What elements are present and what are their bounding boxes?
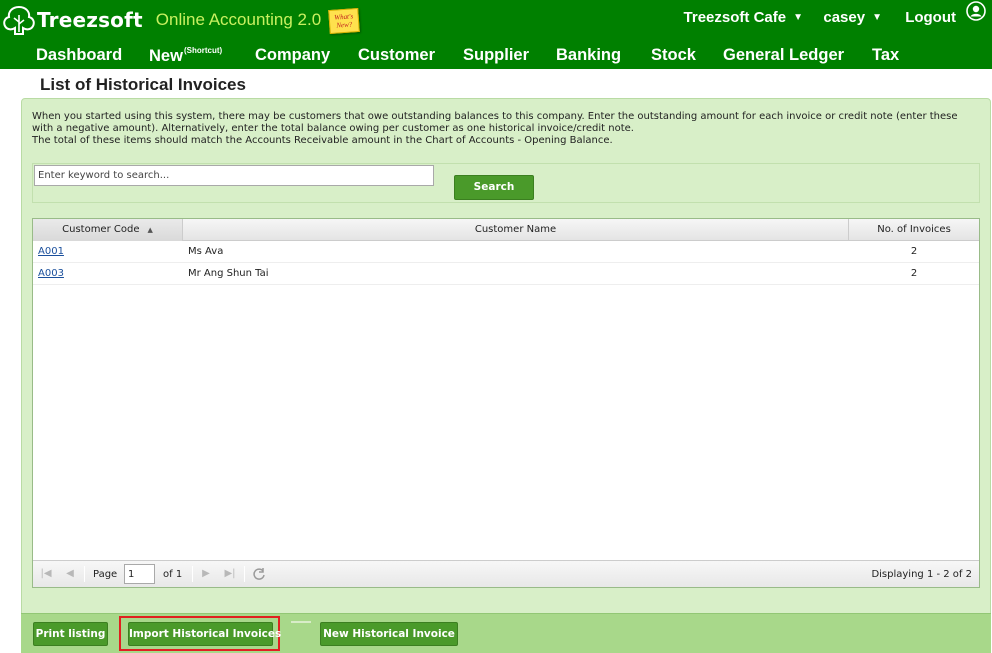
caret-down-icon: ▼ <box>872 12 882 23</box>
footer-separator <box>291 621 311 623</box>
nav-stock[interactable]: Stock <box>651 46 696 65</box>
intro-line: When you started using this system, ther… <box>32 111 958 134</box>
search-panel: Search <box>32 163 980 203</box>
customer-code-link[interactable]: A003 <box>38 268 64 279</box>
nav-company[interactable]: Company <box>255 46 330 65</box>
caret-down-icon: ▼ <box>793 12 803 23</box>
customer-code-link[interactable]: A001 <box>38 246 64 257</box>
intro-line: The total of these items should match th… <box>32 135 613 146</box>
nav-new-sup: (Shortcut) <box>183 46 223 55</box>
page-title: List of Historical Invoices <box>40 75 246 94</box>
search-button[interactable]: Search <box>454 175 534 200</box>
grid-header: Customer Code ▲ Customer Name No. of Invo… <box>33 219 979 241</box>
nav-tax[interactable]: Tax <box>872 46 899 65</box>
pager-toolbar: |◀ ◀ Page of 1 ▶ ▶| Displaying 1 - 2 of … <box>33 560 979 587</box>
nav-dashboard[interactable]: Dashboard <box>36 46 122 65</box>
nav-supplier[interactable]: Supplier <box>463 46 529 65</box>
print-listing-button[interactable]: Print listing <box>33 622 108 646</box>
column-header-customer-code[interactable]: Customer Code ▲ <box>33 219 183 241</box>
table-row[interactable]: A003 Mr Ang Shun Tai 2 <box>33 263 979 285</box>
next-page-icon[interactable]: ▶ <box>199 567 213 581</box>
footer-toolbar: Print listing Import Historical Invoices… <box>21 613 991 653</box>
nav-new-label: New <box>149 47 183 65</box>
customer-code-cell: A001 <box>38 241 64 263</box>
import-historical-invoices-button[interactable]: Import Historical Invoices <box>128 622 281 646</box>
pager-separator <box>192 566 193 582</box>
column-header-invoice-count[interactable]: No. of Invoices <box>849 219 979 241</box>
table-row[interactable]: A001 Ms Ava 2 <box>33 241 979 263</box>
import-highlight: Import Historical Invoices <box>119 616 281 651</box>
company-menu[interactable]: Treezsoft Cafe ▼ <box>684 9 803 26</box>
prev-page-icon[interactable]: ◀ <box>63 567 77 581</box>
top-header: Treezsoft Online Accounting 2.0 What's N… <box>0 0 992 69</box>
displaying-count: Displaying 1 - 2 of 2 <box>871 569 972 580</box>
column-header-customer-name[interactable]: Customer Name <box>183 219 849 241</box>
page-number-input[interactable] <box>124 564 155 584</box>
invoice-count-cell: 2 <box>910 268 918 279</box>
company-menu-label: Treezsoft Cafe <box>683 9 787 26</box>
main-nav: Dashboard New(Shortcut) Company Customer… <box>0 43 992 69</box>
logout-link[interactable]: Logout <box>905 9 956 26</box>
invoice-count-cell: 2 <box>910 246 918 257</box>
last-page-icon[interactable]: ▶| <box>223 567 237 581</box>
column-header-label: Customer Code <box>62 224 140 235</box>
nav-new[interactable]: New(Shortcut) <box>149 46 222 66</box>
main-panel: When you started using this system, ther… <box>21 98 991 653</box>
nav-general-ledger[interactable]: General Ledger <box>723 46 844 65</box>
new-historical-invoice-button[interactable]: New Historical Invoice <box>320 622 458 646</box>
pager-separator <box>84 566 85 582</box>
user-menu[interactable]: casey ▼ <box>823 9 882 26</box>
customer-code-cell: A003 <box>38 263 64 285</box>
nav-banking[interactable]: Banking <box>556 46 621 65</box>
pager-separator <box>244 566 245 582</box>
user-circle-icon[interactable] <box>966 1 986 21</box>
user-menu-label: casey <box>823 9 866 26</box>
logout-label: Logout <box>905 9 956 26</box>
first-page-icon[interactable]: |◀ <box>39 567 53 581</box>
customer-name-cell: Ms Ava <box>188 246 224 257</box>
invoice-grid: Customer Code ▲ Customer Name No. of Invo… <box>32 218 980 588</box>
nav-customer[interactable]: Customer <box>358 46 435 65</box>
intro-text: When you started using this system, ther… <box>32 111 977 147</box>
page-of-label: of 1 <box>163 569 183 580</box>
customer-name-cell: Mr Ang Shun Tai <box>188 268 269 279</box>
search-input[interactable] <box>34 165 434 186</box>
sort-ascending-icon: ▲ <box>147 226 153 234</box>
refresh-icon[interactable] <box>252 567 266 581</box>
top-right-menu: Treezsoft Cafe ▼ casey ▼ Logout <box>0 1 992 29</box>
page-label: Page <box>93 569 118 580</box>
